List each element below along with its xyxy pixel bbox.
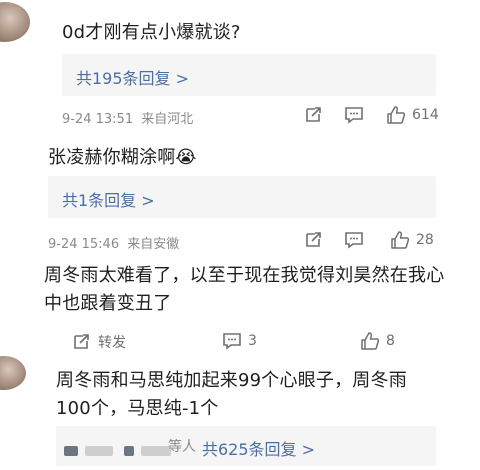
repost-icon: [304, 106, 322, 124]
like-button[interactable]: 28: [390, 230, 434, 250]
timestamp: 9-24 13:51: [62, 112, 134, 127]
comment-button[interactable]: 3: [222, 332, 257, 350]
repost-icon: [72, 333, 90, 351]
like-count: 614: [412, 107, 439, 123]
view-replies-link[interactable]: 共1条回复 >: [62, 187, 155, 211]
reply-box[interactable]: 等人 共625条回复 >: [56, 426, 436, 466]
comment-icon: [222, 332, 242, 350]
comment-icon: [344, 231, 364, 249]
comment-count: 3: [248, 333, 257, 349]
repost-button[interactable]: [304, 106, 322, 124]
thumbs-up-icon: [386, 105, 406, 125]
location: 来自安徽: [127, 237, 180, 252]
view-replies-link[interactable]: 共625条回复 >: [202, 436, 315, 460]
comment-text: 张凌赫你糊涂啊😭: [48, 147, 197, 168]
repost-button[interactable]: 转发: [72, 332, 126, 352]
avatar[interactable]: [0, 2, 30, 42]
repost-button[interactable]: [304, 231, 322, 249]
comment-button[interactable]: [344, 231, 364, 249]
reply-box[interactable]: 共1条回复 >: [48, 176, 436, 218]
reply-box[interactable]: 共195条回复 >: [62, 54, 436, 96]
location: 来自河北: [141, 112, 194, 127]
like-count: 8: [386, 333, 395, 349]
thumbs-up-icon: [360, 331, 380, 351]
thumbs-up-icon: [390, 230, 410, 250]
redacted-username: [64, 440, 172, 459]
comment-icon: [344, 106, 364, 124]
avatar[interactable]: [0, 356, 26, 390]
comment-meta: 9-24 13:51 来自河北: [62, 108, 193, 127]
like-button[interactable]: 8: [360, 331, 395, 351]
comment-button[interactable]: [344, 106, 364, 124]
comment-text-line-2: 中也跟着变丑了: [44, 293, 172, 314]
comment-text-line-2: 100个，马思纯-1个: [56, 398, 219, 419]
like-button[interactable]: 614: [386, 105, 439, 125]
comment-text-line-1: 周冬雨和马思纯加起来99个心眼子，周冬雨: [56, 370, 407, 391]
repost-icon: [304, 231, 322, 249]
repost-label: 转发: [98, 335, 126, 351]
comment-text: 0d才刚有点小爆就谈?: [62, 22, 241, 43]
timestamp: 9-24 15:46: [48, 237, 120, 252]
reply-name-fragment: 等人: [168, 439, 196, 455]
comment-meta: 9-24 15:46 来自安徽: [48, 233, 179, 252]
view-replies-link[interactable]: 共195条回复 >: [76, 65, 189, 89]
like-count: 28: [416, 232, 434, 248]
comment-text-line-1: 周冬雨太难看了，以至于现在我觉得刘昊然在我心: [44, 265, 445, 286]
